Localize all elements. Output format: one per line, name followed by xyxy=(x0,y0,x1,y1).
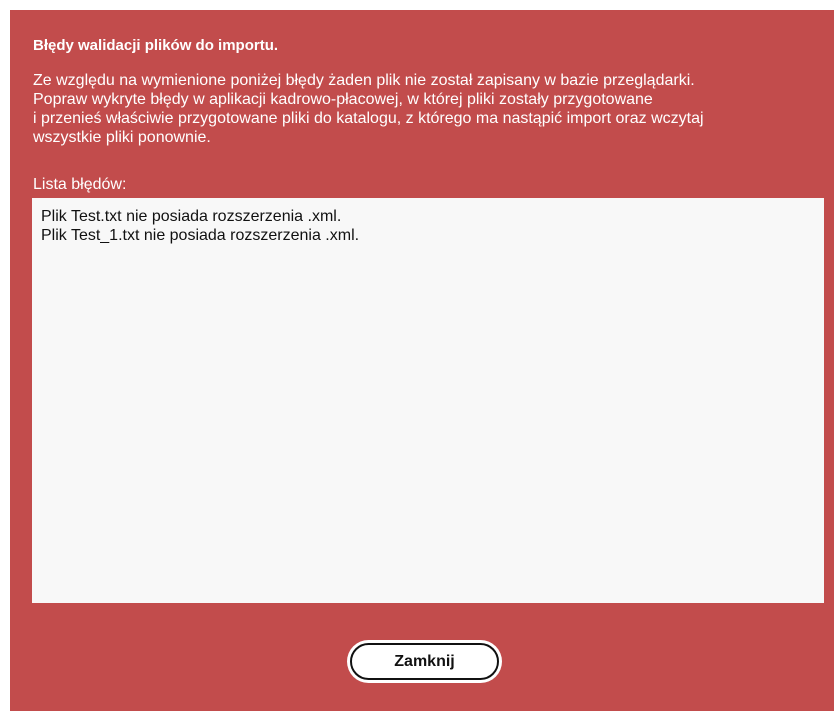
close-button[interactable]: Zamknij xyxy=(347,640,502,683)
message-line: wszystkie pliki ponownie. xyxy=(33,129,211,146)
error-list-item: Plik Test.txt nie posiada rozszerzenia .… xyxy=(41,208,342,225)
message-line: i przenieś właściwie przygotowane pliki … xyxy=(33,110,704,127)
message-line: Popraw wykryte błędy w aplikacji kadrowo… xyxy=(33,91,653,108)
error-list-box[interactable]: Plik Test.txt nie posiada rozszerzenia .… xyxy=(32,198,824,603)
dialog-message: Ze względu na wymienione poniżej błędy ż… xyxy=(33,71,823,147)
dialog-title: Błędy walidacji plików do importu. xyxy=(33,37,279,54)
error-list-label: Lista błędów: xyxy=(33,176,127,193)
message-line: Ze względu na wymienione poniżej błędy ż… xyxy=(33,72,695,89)
validation-error-dialog: Błędy walidacji plików do importu. Ze wz… xyxy=(10,10,834,711)
error-list-item: Plik Test_1.txt nie posiada rozszerzenia… xyxy=(41,227,360,244)
close-button-label: Zamknij xyxy=(350,643,499,680)
